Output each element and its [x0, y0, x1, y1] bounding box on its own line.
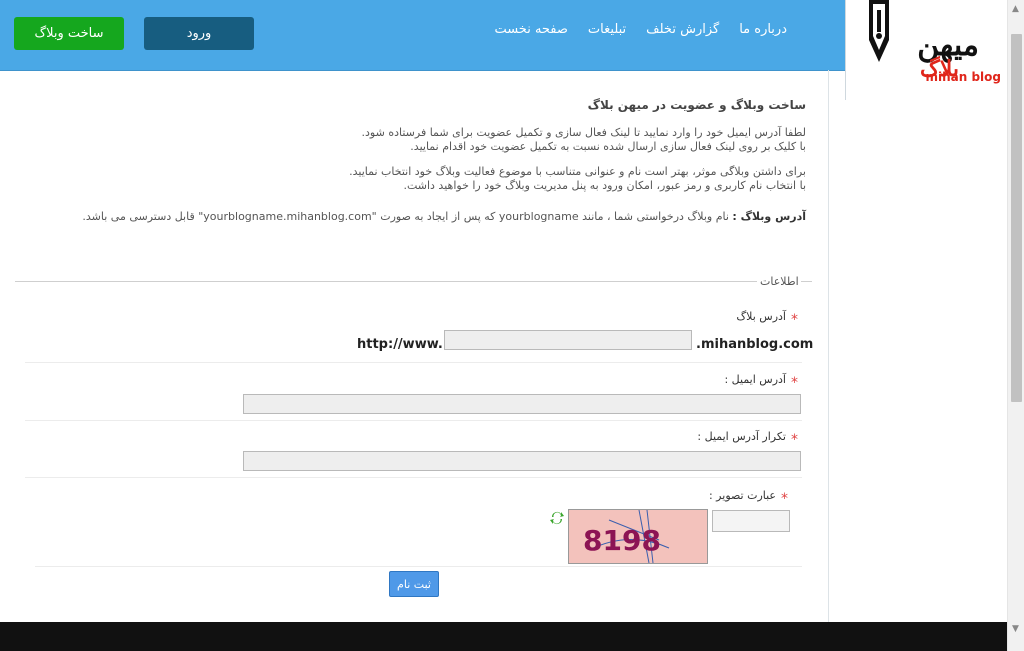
- row-divider: [25, 477, 802, 478]
- captcha-label: عبارت تصویر :: [708, 489, 776, 502]
- nav-home[interactable]: صفحه نخست: [494, 22, 567, 37]
- required-star-icon: *: [781, 491, 788, 507]
- scroll-down-icon[interactable]: ▼: [1012, 624, 1019, 634]
- email-repeat-label: تکرار آدرس ایمیل :: [697, 430, 786, 443]
- email-repeat-input[interactable]: [243, 451, 801, 471]
- logo-text-en: mihan blog: [925, 70, 1001, 84]
- url-suffix: .mihanblog.com: [696, 337, 814, 352]
- page-scrollbar[interactable]: ▲ ▼: [1007, 0, 1024, 651]
- scroll-up-icon[interactable]: ▲: [1012, 4, 1019, 14]
- page-title: ساخت وبلاگ و عضویت در میهن بلاگ: [587, 98, 806, 112]
- captcha-text: 8198: [583, 524, 661, 557]
- row-divider: [35, 566, 802, 567]
- fieldset-border-right: [801, 281, 812, 282]
- login-button[interactable]: ورود: [144, 17, 254, 50]
- register-button[interactable]: ثبت نام: [389, 571, 439, 597]
- create-blog-button[interactable]: ساخت وبلاگ: [14, 17, 124, 50]
- nav-about[interactable]: درباره ما: [739, 22, 787, 37]
- pen-nib-icon: [869, 0, 889, 62]
- page-footer: [0, 622, 1007, 651]
- sidebar-divider: [828, 70, 829, 622]
- scroll-thumb[interactable]: [1011, 34, 1022, 402]
- row-divider: [25, 420, 802, 421]
- refresh-icon[interactable]: [549, 510, 565, 526]
- blog-address-input[interactable]: [444, 330, 692, 350]
- captcha-image: 8198: [568, 509, 708, 564]
- email-input[interactable]: [243, 394, 801, 414]
- required-star-icon: *: [791, 432, 798, 448]
- row-divider: [25, 362, 802, 363]
- email-label: آدرس ایمیل :: [724, 373, 786, 386]
- required-star-icon: *: [791, 375, 798, 391]
- intro-paragraph-2: برای داشتن وبلاگی موثر، بهتر است نام و ع…: [349, 165, 806, 192]
- fieldset-border: [15, 281, 757, 282]
- captcha-input[interactable]: [712, 510, 790, 532]
- site-logo[interactable]: میهن بلاگ mihan blog: [845, 0, 1024, 100]
- main-nav: صفحه نخست تبلیغات گزارش تخلف درباره ما: [494, 22, 787, 37]
- url-prefix: http://www.: [357, 337, 443, 352]
- required-star-icon: *: [791, 312, 798, 328]
- nav-report-abuse[interactable]: گزارش تخلف: [646, 22, 719, 37]
- fieldset-legend: اطلاعات: [760, 275, 799, 288]
- intro-paragraph-3: آدرس وبلاگ : نام وبلاگ درخواستی شما ، ما…: [82, 210, 806, 223]
- intro-paragraph-1: لطفا آدرس ایمیل خود را وارد نمایید تا لی…: [361, 126, 806, 153]
- nav-ads[interactable]: تبلیغات: [588, 22, 626, 37]
- blog-address-label: آدرس بلاگ: [736, 310, 786, 323]
